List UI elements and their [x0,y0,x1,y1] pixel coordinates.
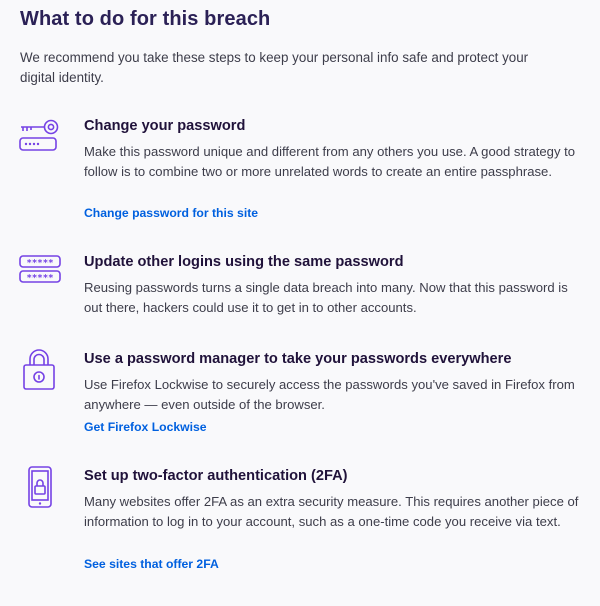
get-firefox-lockwise-link[interactable]: Get Firefox Lockwise [84,420,207,434]
change-password-link[interactable]: Change password for this site [84,206,258,220]
step-title: Set up two-factor authentication (2FA) [84,468,348,484]
svg-text:*****: ***** [26,259,53,269]
page-title: What to do for this breach [20,8,271,30]
padlock-icon [18,348,64,390]
see-2fa-sites-link[interactable]: See sites that offer 2FA [84,557,219,571]
key-password-icon [18,118,64,158]
phone-lock-icon [18,466,64,508]
step-description: Use Firefox Lockwise to securely access … [84,377,575,412]
password-fields-icon: ***** ***** [18,254,64,294]
intro-text: We recommend you take these steps to kee… [20,50,529,85]
step-description: Many websites offer 2FA as an extra secu… [84,494,579,529]
step-description: Reusing passwords turns a single data br… [84,280,568,315]
breach-recommendations-panel: What to do for this breach We recommend … [0,0,600,606]
step-title: Use a password manager to take your pass… [84,351,512,367]
step-description: Make this password unique and different … [84,144,576,179]
svg-text:*****: ***** [26,274,53,284]
step-title: Change your password [84,118,246,134]
step-title: Update other logins using the same passw… [84,254,404,270]
